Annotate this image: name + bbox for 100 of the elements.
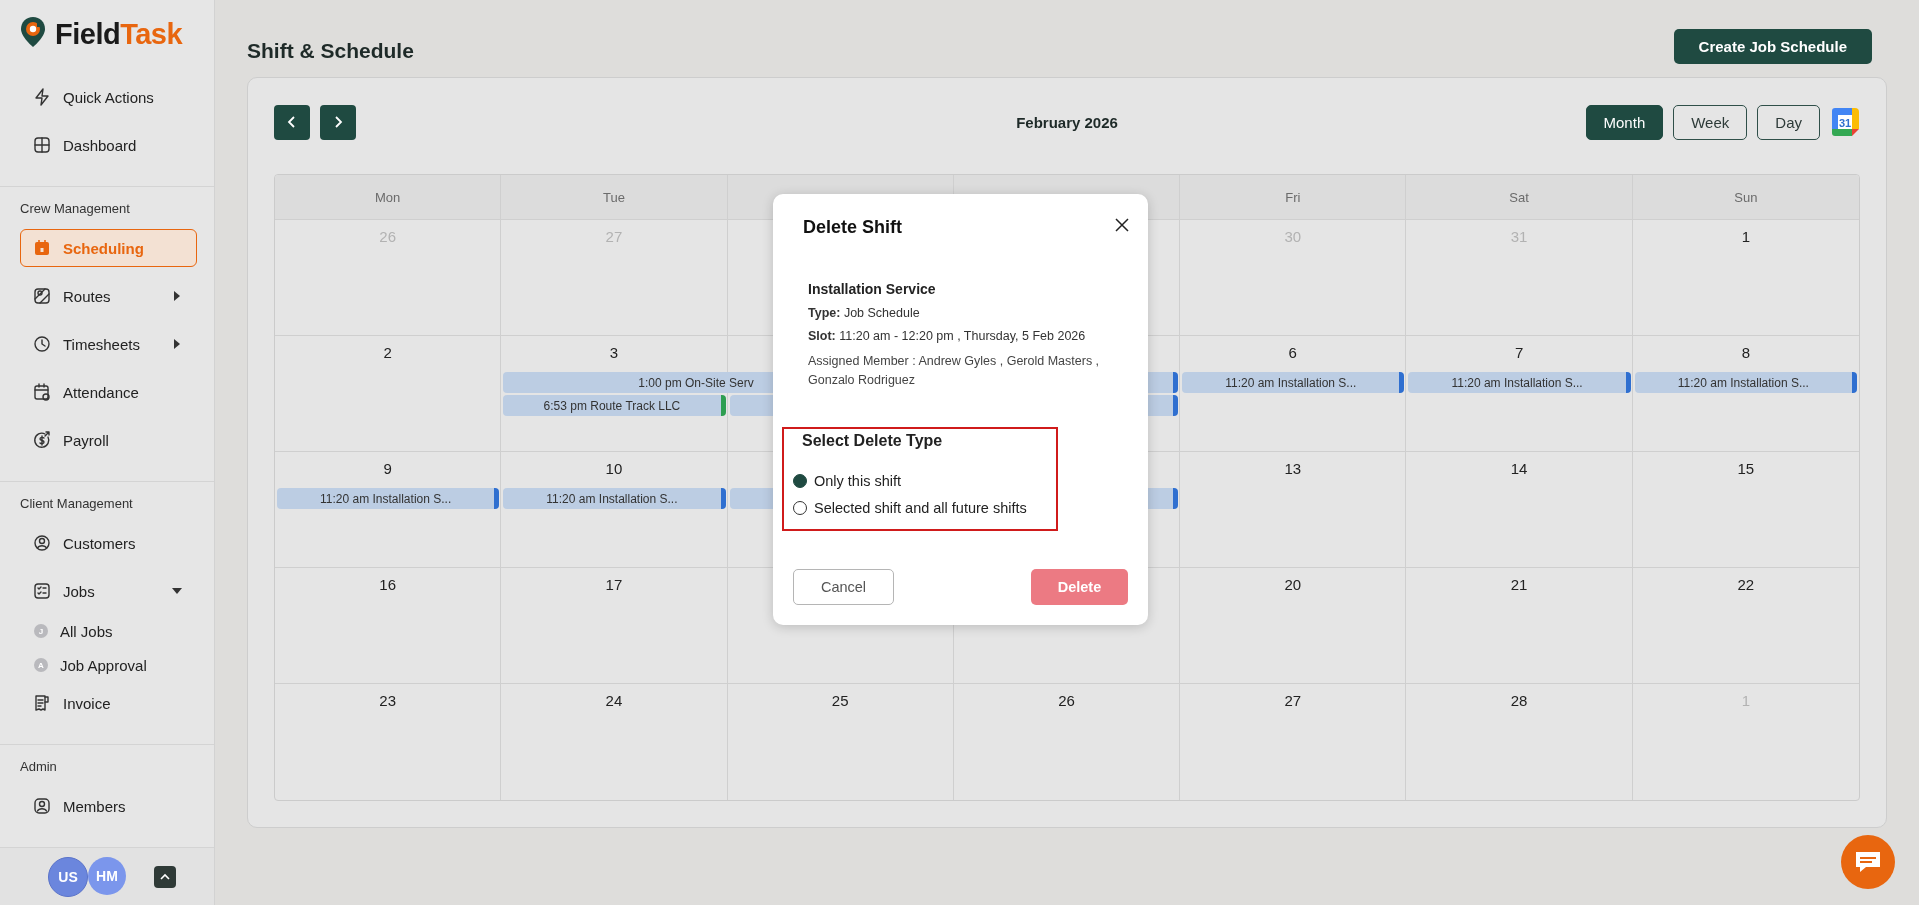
calendar-check-icon: [33, 383, 51, 401]
section-heading: Admin: [19, 759, 58, 776]
day-cell[interactable]: 13: [1180, 452, 1407, 568]
day-cell[interactable]: 23: [275, 684, 502, 800]
section-heading: Crew Management: [19, 201, 131, 218]
sidebar-item[interactable]: Quick Actions: [20, 78, 197, 116]
date-number: 28: [1510, 692, 1528, 709]
date-number: 3: [609, 344, 619, 361]
day-cell[interactable]: 27: [1180, 684, 1407, 800]
weekday-label: Sat: [1509, 189, 1529, 205]
user-circle-icon: [33, 534, 51, 552]
sidebar-item[interactable]: Dashboard: [20, 126, 197, 164]
logo-text: FieldTask: [55, 17, 183, 51]
day-cell[interactable]: 17: [501, 568, 728, 684]
date-number: 23: [379, 692, 396, 709]
sidebar-item[interactable]: Payroll: [20, 421, 197, 459]
day-cell[interactable]: 20: [1180, 568, 1407, 684]
event-bar[interactable]: 11:20 am Installation S...: [503, 488, 726, 509]
date-number: 21: [1510, 576, 1528, 593]
letter-badge: J: [34, 624, 48, 638]
day-cell[interactable]: 24: [501, 684, 728, 800]
close-icon: [1115, 218, 1129, 232]
date-number: 15: [1737, 460, 1755, 477]
sidebar-subitem[interactable]: J All Jobs: [34, 620, 197, 642]
date-number: 16: [379, 576, 396, 593]
weekday-label: Sun: [1734, 189, 1758, 205]
date-number: 17: [605, 576, 623, 593]
date-number: 7: [1514, 344, 1524, 361]
dollar-icon: [33, 431, 51, 449]
day-cell[interactable]: 15: [1632, 452, 1859, 568]
day-cell[interactable]: 21: [1406, 568, 1633, 684]
dialog-title: Delete Shift: [803, 217, 903, 238]
event-bar[interactable]: 11:20 am Installation S...: [1182, 372, 1405, 393]
date-number: 26: [1058, 692, 1075, 709]
expand-up-button[interactable]: [154, 865, 176, 888]
weekday-label: Mon: [375, 189, 401, 205]
checklist-icon: [33, 582, 51, 600]
sidebar-item[interactable]: Timesheets: [20, 325, 197, 363]
event-bar[interactable]: 11:20 am Installation S...: [1634, 372, 1857, 393]
assigned-members-text: Assigned Member : Andrew Gyles , Gerold Masters , Gonzalo Rodriguez: [808, 353, 1101, 389]
view-tab[interactable]: Month: [1585, 104, 1664, 140]
close-button[interactable]: [1114, 217, 1130, 233]
date-number: 20: [1284, 576, 1302, 593]
sidebar-item[interactable]: Members: [20, 787, 197, 825]
sidebar-item[interactable]: Jobs: [20, 572, 197, 610]
radio-option[interactable]: Selected shift and all future shifts: [784, 498, 1056, 517]
date-number: 24: [605, 692, 623, 709]
day-cell[interactable]: 16: [275, 568, 502, 684]
view-tab[interactable]: Day: [1757, 104, 1820, 140]
grid-icon: [33, 136, 51, 154]
day-cell[interactable]: 14: [1406, 452, 1633, 568]
map-icon: [33, 287, 51, 305]
date-number: 25: [831, 692, 849, 709]
shift-type-text: Type: Job Schedule: [808, 306, 921, 320]
event-bar[interactable]: 11:20 am Installation S...: [1408, 372, 1631, 393]
next-month-button[interactable]: [320, 104, 356, 140]
previous-month-button[interactable]: [274, 104, 310, 140]
view-tab[interactable]: Week: [1673, 104, 1748, 140]
date-number: 2: [383, 344, 392, 361]
sidebar-item[interactable]: Attendance: [20, 373, 197, 411]
page-title: Shift & Schedule: [247, 39, 414, 63]
receipt-icon: [33, 694, 51, 712]
day-cell[interactable]: 28: [1406, 684, 1633, 800]
sidebar-item[interactable]: Invoice: [20, 684, 197, 722]
event-bar[interactable]: 11:20 am Installation S...: [277, 488, 500, 509]
section-heading: Select Delete Type: [801, 431, 944, 451]
sidebar-item[interactable]: Customers: [20, 524, 197, 562]
chat-icon: [1854, 849, 1882, 875]
create-job-schedule-button[interactable]: Create Job Schedule: [1673, 29, 1872, 64]
sidebar-item[interactable]: Routes: [20, 277, 197, 315]
sidebar-subitem[interactable]: A Job Approval: [34, 654, 197, 676]
date-number: 1: [1741, 228, 1750, 245]
radio-option[interactable]: Only this shift: [784, 471, 1056, 490]
date-number: 22: [1737, 576, 1755, 593]
day-cell[interactable]: 22: [1632, 568, 1859, 684]
date-number: 14: [1510, 460, 1528, 477]
date-number: 13: [1284, 460, 1302, 477]
user-icon: [33, 797, 51, 815]
day-cell[interactable]: 1: [1632, 220, 1859, 336]
date-number: 10: [605, 460, 623, 477]
cancel-button[interactable]: Cancel: [793, 569, 894, 605]
month-label: February 2026: [1016, 113, 1118, 131]
lightning-icon: [33, 88, 51, 106]
radio-button[interactable]: [793, 473, 807, 488]
date-number: 6: [1288, 344, 1297, 361]
calendar-icon: [33, 239, 51, 257]
event-bar[interactable]: 6:53 pm Route Track LLC: [503, 395, 726, 416]
weekday-label: Fri: [1285, 189, 1301, 205]
letter-badge: A: [34, 658, 48, 672]
date-number: 8: [1741, 344, 1750, 361]
service-name: Installation Service: [808, 281, 937, 297]
day-cell[interactable]: 25: [727, 684, 954, 800]
weekday-label: Tue: [602, 189, 625, 205]
day-cell[interactable]: 2: [275, 336, 502, 452]
section-heading: Client Management: [19, 496, 134, 513]
day-cell[interactable]: 26: [953, 684, 1181, 800]
clock-icon: [33, 335, 51, 353]
pin-logo-icon: [20, 16, 46, 48]
date-number: 27: [1284, 692, 1302, 709]
shift-slot-text: Slot: 11:20 am - 12:20 pm , Thursday, 5 Feb 2026: [808, 329, 1087, 343]
